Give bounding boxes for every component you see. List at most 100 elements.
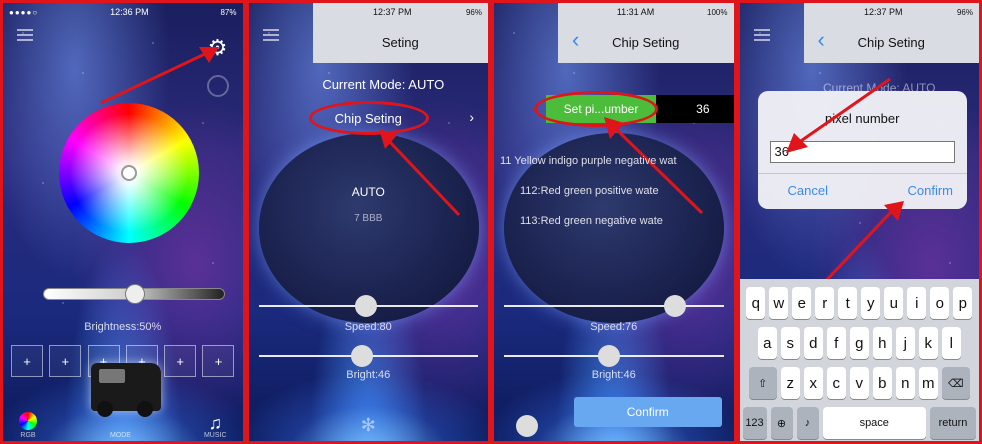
keyboard: qwertyuiop asdfghjkl ⇧ z x c v b n m ⌫ 123 ⊕ ♪ … [739, 279, 979, 441]
dialog-divider [757, 173, 967, 174]
speed-label: Speed:76 [590, 321, 638, 333]
cancel-button[interactable]: Cancel [788, 183, 828, 198]
nav-title: Seting [381, 34, 419, 50]
key-a[interactable]: a [757, 327, 777, 359]
tab-mode-label: MODE [109, 432, 131, 439]
nav-title: Chip Seting [857, 34, 925, 50]
key-f[interactable]: f [826, 327, 846, 359]
tab-music[interactable]: ♫ MUSIC [204, 414, 227, 439]
key-p[interactable]: p [953, 287, 973, 319]
battery-text: 100% [707, 7, 728, 17]
space-key[interactable]: space [822, 407, 926, 439]
preset-button[interactable]: + [164, 345, 197, 377]
jeep-image [91, 363, 161, 417]
key-k[interactable]: k [918, 327, 938, 359]
key-q[interactable]: q [746, 287, 766, 319]
microphone-icon[interactable]: ♪ [796, 407, 819, 439]
brightness-slider[interactable] [43, 284, 225, 304]
key-b[interactable]: b [872, 367, 892, 399]
key-y[interactable]: y [861, 287, 881, 319]
power-ring-icon[interactable] [206, 75, 229, 97]
key-e[interactable]: e [792, 287, 812, 319]
chevron-left-icon[interactable]: ‹ [572, 29, 579, 51]
status-time: 12:37 PM [863, 7, 903, 17]
navbar: ‹ Chip Seting [558, 21, 734, 63]
pixel-number-value: 36 [656, 95, 734, 123]
panel-rgb: ●●●●○ 12:36 PM 87% ⚙ Brightness:50% + + + +… [0, 0, 246, 444]
key-n[interactable]: n [895, 367, 915, 399]
speed-slider-knob[interactable] [664, 295, 686, 317]
mode-list-item[interactable]: 113:Red green negative wate [520, 215, 728, 227]
key-t[interactable]: t [838, 287, 858, 319]
key-u[interactable]: u [884, 287, 904, 319]
current-mode-label: Current Mode: AUTO [322, 77, 445, 92]
globe-icon[interactable]: ⊕ [770, 407, 793, 439]
key-c[interactable]: c [826, 367, 846, 399]
tab-mode[interactable]: MODE [110, 432, 131, 439]
key-h[interactable]: h [872, 327, 892, 359]
key-d[interactable]: d [803, 327, 823, 359]
tab-rgb-label: RGB [20, 432, 36, 439]
hamburger-menu-icon[interactable] [262, 29, 279, 41]
star-icon: ✻ [360, 415, 376, 435]
confirm-button[interactable]: Confirm [907, 183, 953, 198]
key-g[interactable]: g [849, 327, 869, 359]
highlight-oval [534, 91, 658, 127]
battery-text: 87% [220, 7, 237, 17]
status-time: 12:36 PM [110, 7, 149, 17]
return-key[interactable]: return [930, 407, 976, 439]
speed-slider[interactable] [258, 295, 478, 317]
screenshot-strip: ●●●●○ 12:36 PM 87% ⚙ Brightness:50% + + + +… [0, 0, 982, 444]
keyboard-row: ⇧ z x c v b n m ⌫ [743, 367, 977, 399]
hamburger-menu-icon[interactable] [753, 29, 770, 41]
key-r[interactable]: r [815, 287, 835, 319]
pixel-number-dialog: pixel number 36 Cancel Confirm [757, 91, 967, 209]
bright-label: Bright:46 [346, 369, 391, 381]
navbar: Seting [312, 21, 488, 63]
tab-rgb[interactable]: RGB [19, 412, 37, 439]
bright-slider-knob[interactable] [350, 345, 373, 367]
bright-slider[interactable] [258, 345, 478, 367]
round-button[interactable] [516, 415, 538, 437]
key-z[interactable]: z [780, 367, 800, 399]
numbers-key[interactable]: 123 [742, 407, 767, 439]
bright-slider[interactable] [504, 345, 724, 367]
brightness-slider-knob[interactable] [125, 284, 145, 304]
mode-list-item[interactable]: 11 Yellow indigo purple negative wat [500, 155, 728, 167]
color-wheel[interactable] [59, 103, 199, 243]
keyboard-row: asdfghjkl [743, 327, 977, 359]
shift-key[interactable]: ⇧ [748, 367, 777, 399]
battery-text: 96% [465, 7, 482, 17]
color-wheel-knob[interactable] [121, 165, 137, 181]
speed-slider[interactable] [504, 295, 724, 317]
gear-icon[interactable]: ⚙ [207, 37, 229, 59]
status-bar: 12:37 PM 96% [803, 3, 979, 21]
battery-text: 96% [956, 7, 973, 17]
mode-sub: 7 BBB [354, 213, 383, 224]
panel-chip-setting: 11:31 AM 100% ‹ Chip Seting Set pi...umb… [491, 0, 737, 444]
key-j[interactable]: j [895, 327, 915, 359]
hamburger-menu-icon[interactable] [17, 29, 33, 41]
mode-list-item[interactable]: 112:Red green positive wate [520, 185, 728, 197]
status-bar: 11:31 AM 100% [558, 3, 734, 21]
key-x[interactable]: x [803, 367, 823, 399]
key-w[interactable]: w [769, 287, 789, 319]
preset-button[interactable]: + [202, 345, 235, 377]
status-bar: 12:37 PM 96% [312, 3, 488, 21]
key-o[interactable]: o [930, 287, 950, 319]
chevron-left-icon[interactable]: ‹ [818, 29, 825, 51]
speed-slider-knob[interactable] [354, 295, 377, 317]
key-l[interactable]: l [941, 327, 961, 359]
confirm-button[interactable]: Confirm [574, 397, 722, 427]
key-i[interactable]: i [907, 287, 927, 319]
key-s[interactable]: s [780, 327, 800, 359]
preset-button[interactable]: + [11, 345, 43, 377]
bright-slider-knob[interactable] [598, 345, 620, 367]
preset-button[interactable]: + [49, 345, 82, 377]
pixel-number-input[interactable]: 36 [769, 141, 955, 163]
dialog-title: pixel number [825, 111, 900, 126]
key-v[interactable]: v [849, 367, 869, 399]
backspace-icon[interactable]: ⌫ [941, 367, 970, 399]
key-m[interactable]: m [918, 367, 938, 399]
tab-bar: RGB MODE ♫ MUSIC [3, 407, 243, 441]
